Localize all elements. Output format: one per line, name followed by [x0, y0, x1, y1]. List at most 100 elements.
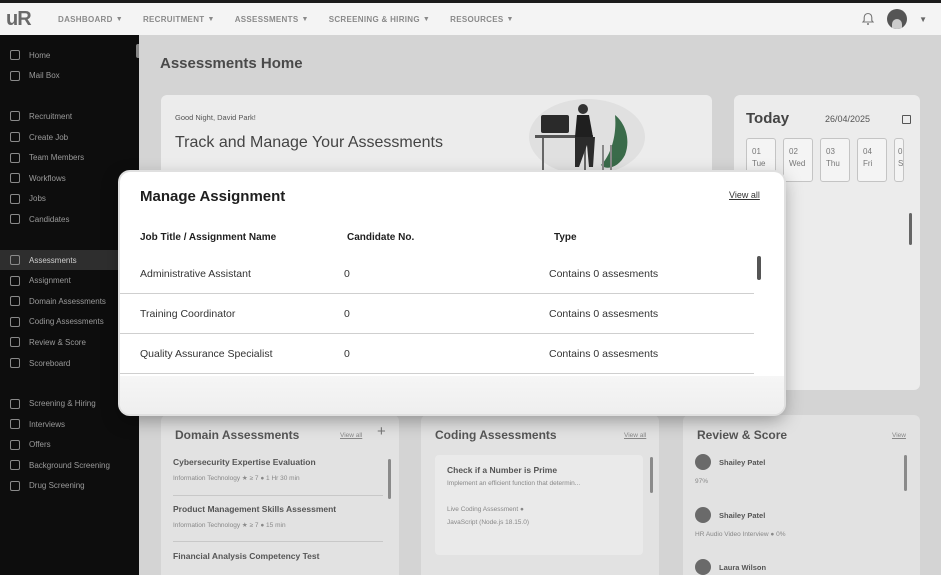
nav-recruitment[interactable]: RECRUITMENT ▼ — [143, 15, 215, 24]
sidebar-item-jobs[interactable]: Jobs — [0, 189, 139, 210]
sidebar-item-label: Drug Screening — [29, 481, 85, 491]
view-all-link[interactable]: View — [892, 432, 906, 439]
candidate-name: Shailey Patel — [719, 457, 766, 467]
sidebar-item-assessments[interactable]: Assessments — [0, 249, 139, 271]
top-navbar: uR DASHBOARD ▼ RECRUITMENT ▼ ASSESSMENTS ▼ … — [0, 0, 941, 35]
sidebar-item-label: Screening & Hiring — [29, 399, 96, 409]
view-all-link[interactable]: View all — [340, 432, 362, 439]
divider — [173, 495, 383, 496]
sidebar-item-review-score[interactable]: Review & Score — [0, 332, 139, 353]
table-row[interactable]: Training Coordinator 0 Contains 0 assesm… — [120, 294, 754, 334]
sidebar-item-mailbox[interactable]: Mail Box — [0, 66, 139, 87]
sidebar-item-candidates[interactable]: Candidates — [0, 209, 139, 230]
sidebar-item-team-members[interactable]: Team Members — [0, 147, 139, 168]
greeting-text: Good Night, David Park! — [175, 113, 256, 122]
view-all-link[interactable]: View all — [624, 432, 646, 439]
candidate-score: 97% — [695, 478, 709, 485]
sidebar-item-offers[interactable]: Offers — [0, 435, 139, 456]
chevron-down-icon[interactable]: ▼ — [919, 15, 927, 24]
cell-type: Contains 0 assesments — [549, 308, 659, 320]
list-item[interactable]: Laura Wilson — [695, 559, 766, 575]
workspace-illustration-icon — [529, 99, 645, 175]
nav-screening-hiring[interactable]: SCREENING & HIRING ▼ — [329, 15, 430, 24]
scrollbar-thumb[interactable] — [757, 256, 761, 280]
day-cell[interactable]: 04 Fri — [857, 138, 887, 182]
sidebar-item-scoreboard[interactable]: Scoreboard — [0, 353, 139, 374]
sidebar-item-label: Jobs — [29, 194, 46, 204]
column-header-candidate-no: Candidate No. — [347, 232, 415, 243]
candidate-name: Shailey Patel — [719, 510, 766, 520]
nav-assessments-label: ASSESSMENTS — [234, 14, 299, 24]
sidebar-item-background-screening[interactable]: Background Screening — [0, 455, 139, 476]
sidebar-item-recruitment[interactable]: Recruitment — [0, 106, 139, 127]
sidebar-item-assignment[interactable]: Assignment — [0, 270, 139, 291]
create-job-icon — [10, 132, 20, 143]
candidates-icon — [10, 214, 20, 225]
calendar-icon[interactable] — [902, 115, 911, 124]
review-score-card: Review & Score View Shailey Patel 97% Sh… — [683, 415, 920, 575]
list-item[interactable]: Shailey Patel 97% — [695, 454, 765, 485]
item-meta: Information Technology ★ ≥ 7 ● 1 Hr 30 m… — [173, 475, 300, 482]
sidebar-item-coding-assessments[interactable]: Coding Assessments — [0, 312, 139, 333]
day-cell[interactable]: 05S — [894, 138, 904, 182]
card-title: Domain Assessments — [175, 428, 300, 442]
day-cell[interactable]: 03 Thu — [820, 138, 850, 182]
sidebar-item-label: Background Screening — [29, 460, 110, 470]
cell-type: Contains 0 assesments — [549, 268, 659, 280]
jobs-icon — [10, 193, 20, 204]
list-item[interactable]: Shailey Patel HR Audio Video Interview ●… — [695, 507, 786, 538]
day-cell[interactable]: 02 Wed — [783, 138, 813, 182]
sidebar-item-label: Domain Assessments — [29, 296, 106, 306]
table-row[interactable]: Administrative Assistant 0 Contains 0 as… — [120, 254, 754, 294]
bell-icon[interactable] — [861, 12, 875, 26]
sidebar-item-interviews[interactable]: Interviews — [0, 414, 139, 435]
assignment-icon — [10, 275, 20, 286]
nav-resources[interactable]: RESOURCES ▼ — [450, 15, 514, 24]
sidebar-item-label: Mail Box — [29, 71, 60, 81]
divider — [173, 541, 383, 542]
add-icon[interactable]: + — [377, 423, 386, 440]
sidebar-item-workflows[interactable]: Workflows — [0, 168, 139, 189]
coding-item[interactable]: Check if a Number is Prime Implement an … — [435, 455, 643, 555]
nav-dashboard-label: DASHBOARD — [58, 14, 113, 24]
sidebar-item-label: Workflows — [29, 173, 66, 183]
list-item[interactable]: Product Management Skills Assessment Inf… — [173, 504, 383, 529]
app-logo[interactable]: uR — [0, 8, 44, 31]
scrollbar-thumb[interactable] — [904, 455, 907, 491]
scrollbar-track[interactable] — [754, 254, 764, 389]
cell-candidate-no: 0 — [344, 348, 350, 360]
list-item[interactable]: Cybersecurity Expertise Evaluation Infor… — [173, 457, 383, 482]
nav-assessments[interactable]: ASSESSMENTS ▼ — [235, 15, 309, 24]
item-title: Financial Analysis Competency Test — [173, 551, 320, 561]
manage-assignment-modal: Manage Assignment View all Job Title / A… — [120, 172, 784, 414]
top-right-actions: ▼ — [861, 9, 927, 29]
sidebar-item-screening-hiring[interactable]: Screening & Hiring — [0, 393, 139, 414]
list-item[interactable]: Financial Analysis Competency Test — [173, 551, 383, 561]
domain-assessments-card: Domain Assessments View all + Cybersecur… — [161, 415, 399, 575]
scrollbar-thumb[interactable] — [388, 459, 391, 499]
scrollbar-thumb[interactable] — [909, 213, 912, 245]
avatar — [695, 454, 711, 470]
sidebar-item-drug-screening[interactable]: Drug Screening — [0, 476, 139, 497]
table-row[interactable]: Quality Assurance Specialist 0 Contains … — [120, 334, 754, 374]
sidebar-item-create-job[interactable]: Create Job — [0, 127, 139, 148]
column-header-type: Type — [554, 232, 577, 243]
scrollbar-thumb[interactable] — [650, 457, 653, 493]
user-avatar[interactable] — [887, 9, 908, 29]
column-header-job-title: Job Title / Assignment Name — [140, 232, 277, 243]
candidate-score: HR Audio Video Interview ● 0% — [695, 531, 786, 538]
domain-icon — [10, 296, 20, 307]
chevron-down-icon: ▼ — [115, 15, 123, 23]
item-title: Product Management Skills Assessment — [173, 504, 337, 514]
sidebar-item-label: Assignment — [29, 276, 71, 286]
sidebar-item-label: Create Job — [29, 132, 69, 142]
sidebar-item-domain-assessments[interactable]: Domain Assessments — [0, 291, 139, 312]
drug-icon — [10, 480, 20, 491]
chevron-down-icon: ▼ — [422, 15, 431, 23]
team-icon — [10, 152, 20, 163]
view-all-link[interactable]: View all — [729, 190, 760, 200]
sidebar-item-label: Interviews — [29, 419, 66, 429]
item-title: Cybersecurity Expertise Evaluation — [173, 457, 316, 467]
sidebar-item-home[interactable]: Home — [0, 45, 139, 66]
nav-dashboard[interactable]: DASHBOARD ▼ — [58, 15, 123, 24]
